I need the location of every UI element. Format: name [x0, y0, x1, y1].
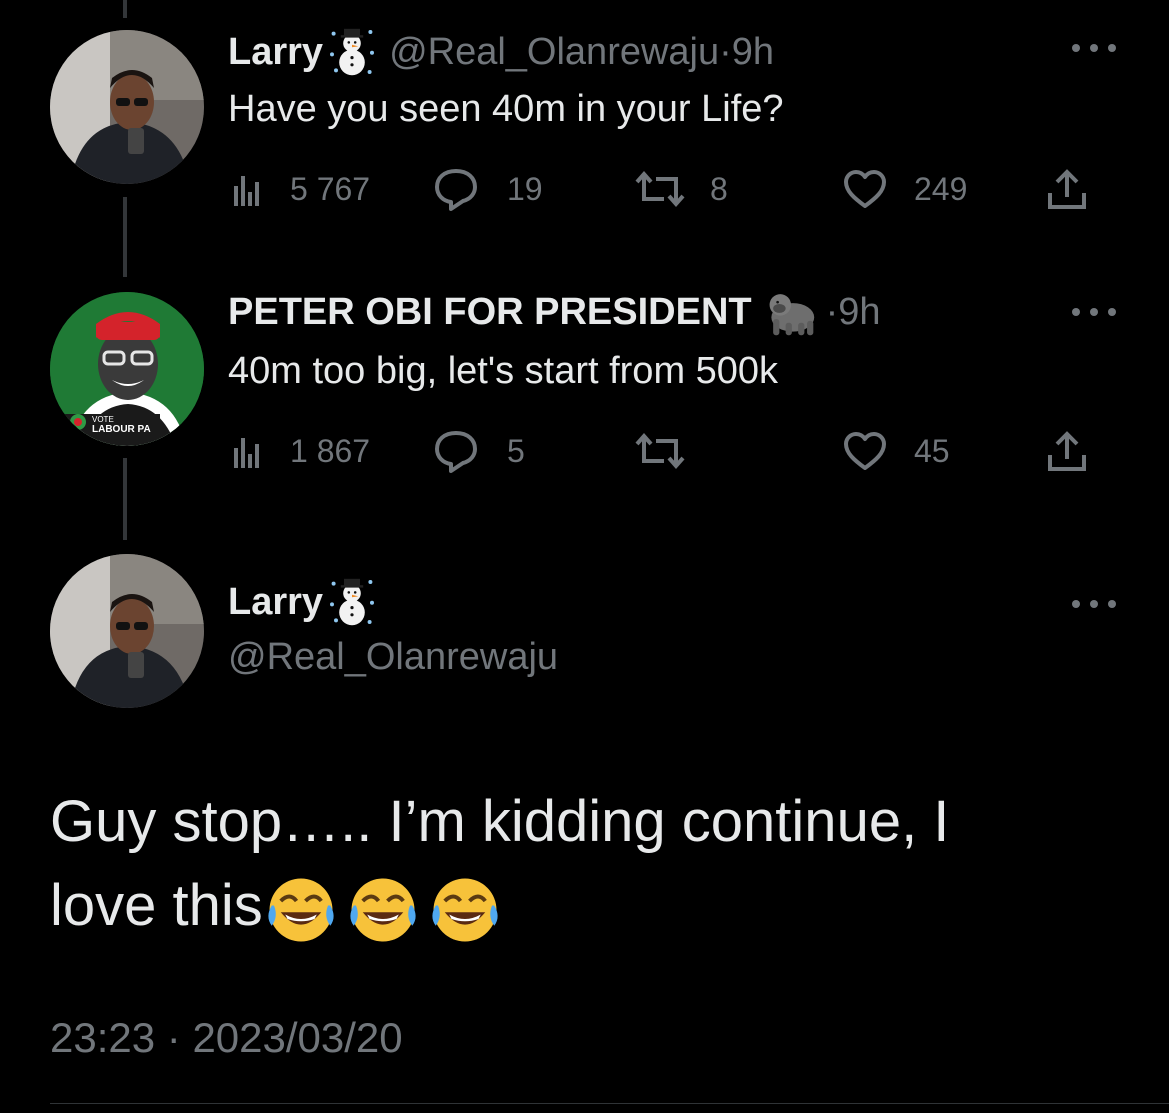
tweet-2-like-button[interactable]: 45	[842, 426, 950, 476]
main-tweet-date: 2023/03/20	[192, 1014, 403, 1061]
tweet-2-share-button[interactable]	[1046, 426, 1088, 476]
tweet-2-author-name[interactable]: PETER OBI FOR PRESIDENT	[228, 291, 752, 334]
share-icon	[1048, 169, 1086, 209]
main-tweet-text-line2: love this	[50, 873, 263, 938]
retweet-icon	[635, 170, 685, 208]
tweet-2-reply-button[interactable]: 5	[433, 426, 525, 476]
tweet-1-separator: ·	[719, 30, 732, 73]
views-icon	[234, 438, 259, 468]
tweet-1-header: Larry @Real_Olanrewaju · 9h	[228, 26, 774, 78]
thread-line-top	[123, 0, 127, 18]
tweet-1-author-name[interactable]: Larry	[228, 31, 323, 74]
tears-of-joy-emoji	[265, 874, 337, 946]
tears-of-joy-emoji	[347, 874, 419, 946]
tweet-2-retweet-button[interactable]	[634, 426, 710, 476]
tweet-1-text: Have you seen 40m in your Life?	[228, 88, 784, 130]
tweet-1-more-button[interactable]	[1072, 40, 1118, 56]
tweet-2-separator: ·	[825, 290, 839, 333]
snowman-emoji	[327, 24, 377, 80]
tweet-2-text: 40m too big, let's start from 500k	[228, 350, 779, 392]
main-tweet-separator: ·	[155, 1014, 193, 1061]
main-tweet-author-handle[interactable]: @Real_Olanrewaju	[228, 636, 558, 679]
tweet-1-views[interactable]: 5 767	[234, 164, 370, 214]
tweet-2-more-button[interactable]	[1072, 304, 1118, 320]
tweet-1-reply-count: 19	[507, 170, 543, 207]
tweet-1-like-button[interactable]: 249	[842, 164, 967, 214]
tweet-1-author-handle[interactable]: @Real_Olanrewaju	[389, 31, 719, 74]
heart-icon	[844, 170, 886, 208]
tweet-1-like-count: 249	[914, 170, 968, 207]
tweet-1-share-button[interactable]	[1046, 164, 1088, 214]
main-tweet-text-line2-wrap: love this	[50, 864, 1100, 948]
tweet-1-actions: 5 767 19 8 249	[228, 164, 1098, 214]
avatar-larry-1[interactable]	[50, 30, 204, 184]
main-tweet-text-line1: Guy stop….. I’m kidding continue, I	[50, 789, 950, 854]
tweet-2-views-count: 1 867	[290, 432, 371, 469]
tweet-1-reply-button[interactable]: 19	[433, 164, 543, 214]
main-tweet-timestamp[interactable]: 23:23 · 2023/03/20	[50, 1014, 403, 1062]
tweet-1-time[interactable]: 9h	[732, 31, 774, 74]
views-icon	[234, 176, 259, 206]
avatar-vote-text: VOTE	[92, 415, 114, 424]
reply-icon	[435, 169, 477, 211]
thread-line-1	[123, 197, 127, 277]
share-icon	[1048, 431, 1086, 471]
tweet-2-time[interactable]: 9h	[838, 291, 880, 334]
gorilla-emoji	[762, 287, 820, 337]
main-tweet-author-name[interactable]: Larry	[228, 581, 323, 624]
tweet-1-views-count: 5 767	[290, 170, 371, 207]
tears-of-joy-emoji	[429, 874, 501, 946]
main-tweet-text: Guy stop….. I’m kidding continue, I love…	[50, 780, 1100, 948]
avatar-larry-main[interactable]	[50, 554, 204, 708]
main-tweet-header: Larry	[228, 574, 377, 630]
avatar-party-text: LABOUR PA	[92, 424, 151, 435]
tweet-2-actions: 1 867 5 45	[228, 426, 1098, 476]
retweet-icon	[635, 432, 685, 470]
tweet-2-views[interactable]: 1 867	[234, 426, 370, 476]
heart-icon	[844, 432, 886, 470]
thread-line-2	[123, 458, 127, 540]
snowman-emoji	[327, 574, 377, 630]
tweet-1-retweet-count: 8	[710, 170, 728, 207]
reply-icon	[435, 431, 477, 473]
tweet-2-header: PETER OBI FOR PRESIDENT · 9h	[228, 286, 881, 338]
tweet-2-like-count: 45	[914, 432, 950, 469]
main-tweet-time: 23:23	[50, 1014, 156, 1061]
avatar-peter-obi[interactable]: VOTE LABOUR PA	[50, 292, 204, 446]
tweet-2-reply-count: 5	[507, 432, 525, 469]
main-tweet-more-button[interactable]	[1072, 596, 1118, 612]
tweet-1-retweet-button[interactable]: 8	[634, 164, 728, 214]
divider	[50, 1103, 1169, 1104]
